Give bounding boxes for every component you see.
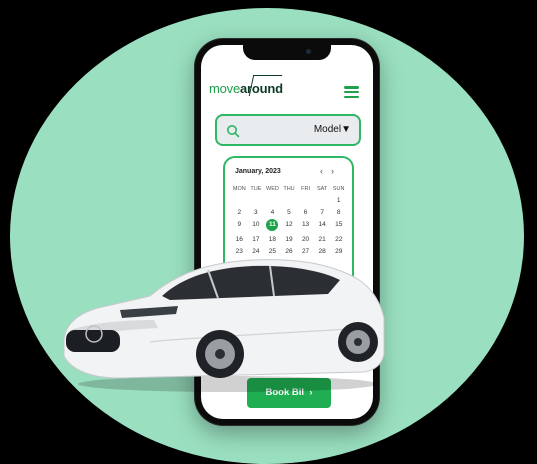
weekday-header: SAT [316,186,328,192]
weekday-header: TUE [250,186,262,192]
hamburger-menu-icon[interactable] [344,86,359,98]
calendar-month: January, 2023 [235,168,281,175]
calendar-day[interactable]: 14 [314,221,331,231]
phone-notch [243,45,331,60]
calendar-empty-cell [281,197,298,204]
chevron-right-icon[interactable]: › [331,166,342,176]
calendar-grid: MON TUE WED THU FRI SAT SUN 1 2 3 4 5 6 7 8 9 10 11 12 13 14… [231,186,347,255]
calendar-day[interactable]: 8 [330,209,347,216]
calendar-day[interactable]: 20 [297,236,314,243]
logo-frame-mark [248,75,283,96]
model-filter-dropdown[interactable]: Model▼ [314,124,351,135]
calendar-day[interactable]: 11 [266,219,279,231]
calendar-day[interactable]: 18 [264,236,281,243]
calendar-day[interactable]: 15 [330,221,347,231]
camera-icon [306,49,311,54]
calendar-day[interactable]: 12 [281,221,298,231]
model-filter-label: Model [313,124,342,135]
chevron-down-icon: ▼ [341,124,351,135]
chevron-left-icon[interactable]: ‹ [320,166,331,176]
calendar-empty-cell [231,197,248,204]
calendar-day[interactable]: 5 [281,209,298,216]
calendar-empty-cell [314,197,331,204]
calendar-day[interactable]: 9 [231,221,248,231]
calendar-day[interactable]: 6 [297,209,314,216]
search-bar[interactable]: Model▼ [215,114,361,146]
calendar-empty-cell [248,197,265,204]
weekday-header: WED [266,186,279,192]
calendar-day[interactable]: 13 [297,221,314,231]
calendar-empty-cell [264,197,281,204]
calendar-day[interactable]: 10 [248,221,265,231]
calendar-day[interactable]: 7 [314,209,331,216]
car-image [63,259,385,392]
calendar-day[interactable]: 19 [281,236,298,243]
calendar-day[interactable]: 1 [330,197,347,204]
calendar-day[interactable]: 17 [248,236,265,243]
brand-logo-part1: move [209,81,240,96]
weekday-header: FRI [301,186,310,192]
calendar-empty-cell [297,197,314,204]
weekday-header: MON [232,186,246,192]
calendar-day[interactable]: 2 [231,209,248,216]
calendar-day[interactable]: 16 [231,236,248,243]
calendar-day[interactable]: 21 [314,236,331,243]
search-icon [227,125,240,138]
weekday-header: SUN [332,186,345,192]
weekday-header: THU [283,186,295,192]
calendar-day[interactable]: 4 [264,209,281,216]
calendar-day[interactable]: 3 [248,209,265,216]
calendar-nav: ‹› [320,166,342,176]
calendar-day[interactable]: 22 [330,236,347,243]
